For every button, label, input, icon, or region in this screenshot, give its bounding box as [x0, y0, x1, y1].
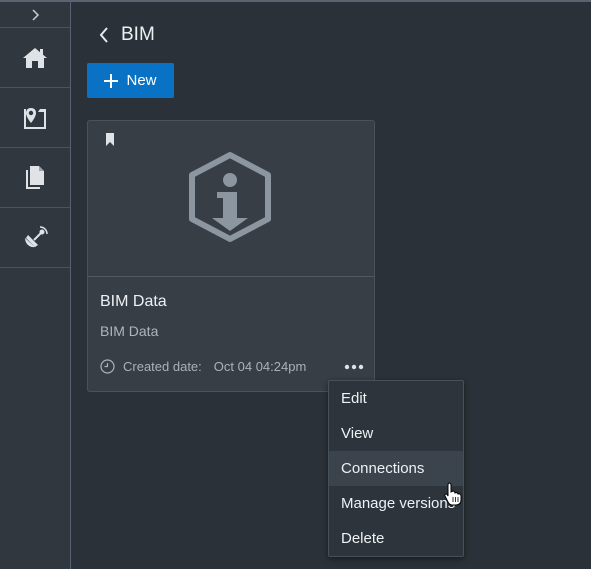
map-pin-icon — [24, 107, 46, 129]
new-button-label: New — [126, 72, 157, 89]
bim-card[interactable]: BIM Data BIM Data Created date: Oct 04 0… — [87, 120, 375, 392]
sidebar-item-documents[interactable] — [0, 148, 70, 208]
more-options-icon[interactable] — [344, 359, 364, 375]
card-thumbnail — [88, 121, 374, 277]
menu-item-edit[interactable]: Edit — [329, 381, 463, 416]
card-subtitle: BIM Data — [100, 323, 159, 339]
sidebar-expand-button[interactable] — [0, 2, 70, 28]
created-date-value: Oct 04 04:24pm — [213, 359, 307, 374]
home-icon — [23, 47, 47, 68]
sidebar-item-map[interactable] — [0, 88, 70, 148]
main-content: BIM New BIM Data BIM Data Created date: … — [71, 2, 591, 569]
card-created-date: Created date: Oct 04 04:24pm — [100, 359, 306, 374]
sidebar — [0, 2, 71, 569]
info-hexagon-icon — [189, 152, 271, 242]
back-navigation[interactable]: BIM — [99, 24, 155, 46]
plus-icon — [104, 73, 119, 88]
chevron-right-icon — [32, 8, 40, 21]
context-menu: Edit View Connections Manage versions De… — [328, 380, 464, 557]
clock-icon — [100, 359, 115, 374]
menu-item-manage-versions[interactable]: Manage versions — [329, 486, 463, 521]
hand-cursor-icon — [444, 482, 462, 506]
menu-item-view[interactable]: View — [329, 416, 463, 451]
satellite-icon — [25, 225, 48, 247]
page-title: BIM — [121, 24, 155, 45]
created-date-label: Created date: — [123, 359, 202, 374]
menu-item-connections[interactable]: Connections — [329, 451, 463, 486]
menu-item-delete[interactable]: Delete — [329, 521, 463, 556]
chevron-left-icon[interactable] — [99, 27, 109, 43]
sidebar-item-home[interactable] — [0, 28, 70, 88]
sidebar-item-satellite[interactable] — [0, 208, 70, 268]
bookmark-icon[interactable] — [105, 133, 115, 146]
card-title: BIM Data — [100, 293, 167, 310]
new-button[interactable]: New — [87, 63, 174, 98]
documents-icon — [26, 165, 44, 189]
